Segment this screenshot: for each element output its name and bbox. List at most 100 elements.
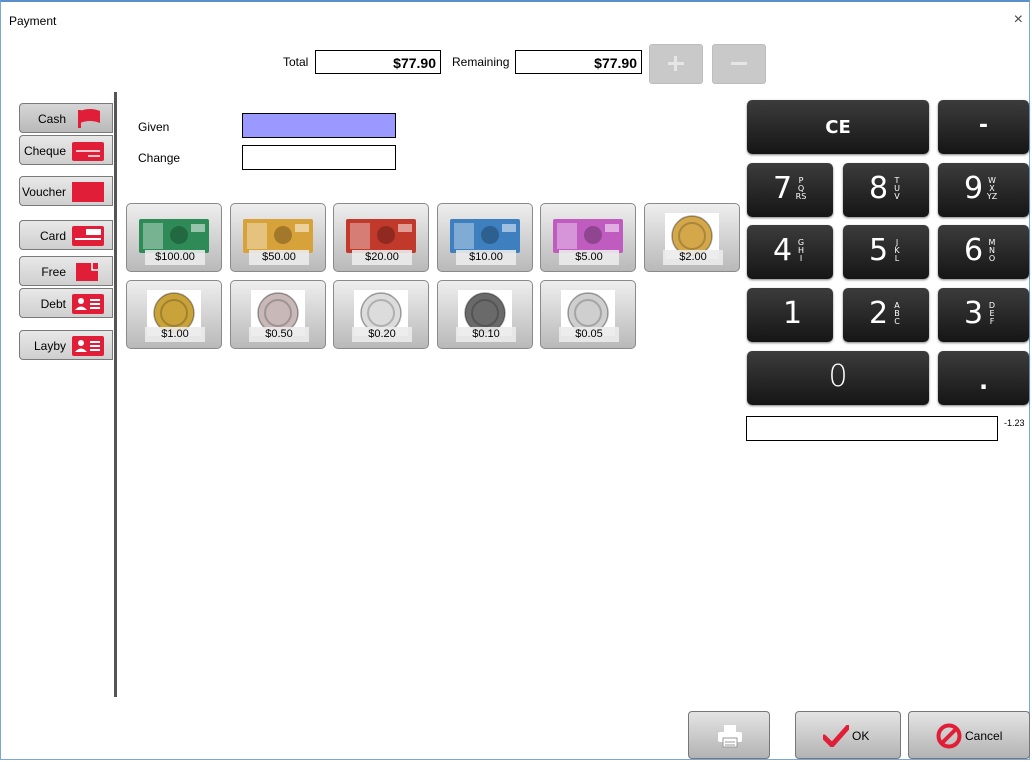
tab-label: Cash	[37, 112, 66, 126]
denomination-button[interactable]: $0.05	[540, 280, 636, 349]
contact-card-icon	[66, 334, 106, 358]
key-letters: TUV	[894, 176, 900, 201]
key-digit: 8	[869, 171, 889, 206]
cheque-icon	[66, 139, 106, 163]
key-letters: W X YZ	[986, 176, 998, 201]
minus-icon	[731, 62, 747, 65]
digit-key-8[interactable]: 8 TUV	[843, 163, 929, 217]
denomination-button[interactable]: $10.00	[437, 203, 533, 272]
tab-label: Debt	[40, 297, 66, 311]
remaining-value: $77.90	[515, 50, 642, 74]
key-label: -	[978, 113, 989, 138]
denomination-button[interactable]: $0.20	[333, 280, 429, 349]
denomination-button[interactable]: $0.50	[230, 280, 326, 349]
denomination-button[interactable]: $0.10	[437, 280, 533, 349]
denomination-button[interactable]: $5.00	[540, 203, 636, 272]
denomination-label: $5.00	[559, 250, 619, 265]
tab-voucher[interactable]: Voucher	[19, 176, 113, 206]
given-label: Given	[138, 120, 170, 134]
denomination-label: $50.00	[249, 250, 309, 265]
key-letters: GHI	[797, 238, 805, 263]
remaining-label: Remaining	[452, 55, 510, 69]
add-payment-button[interactable]	[649, 44, 703, 84]
total-label: Total	[283, 55, 309, 69]
digit-key-4[interactable]: 4 GHI	[747, 225, 833, 279]
key-digit: 7	[773, 171, 793, 206]
key-digit: 5	[869, 233, 889, 268]
key-letters: DEF	[988, 301, 996, 326]
digit-key-0[interactable]: 0	[747, 351, 929, 405]
decimal-key[interactable]: .	[938, 351, 1029, 405]
tab-label: Voucher	[21, 185, 66, 199]
change-label: Change	[138, 151, 181, 165]
digit-key-5[interactable]: 5 JKL	[843, 225, 929, 279]
digit-key-9[interactable]: 9 W X YZ	[938, 163, 1029, 217]
digit-key-2[interactable]: 2 ABC	[843, 288, 929, 342]
key-digit: 4	[773, 233, 793, 268]
ce-key[interactable]: CE	[747, 100, 929, 154]
denomination-label: $10.00	[456, 250, 516, 265]
free-icon	[66, 260, 106, 284]
total-value: $77.90	[315, 50, 441, 74]
cancel-label: Cancel	[965, 729, 1003, 743]
tab-cheque[interactable]: Cheque	[19, 135, 113, 165]
denomination-button[interactable]: $1.00	[126, 280, 222, 349]
tab-layby[interactable]: Layby	[19, 330, 113, 360]
tab-card[interactable]: Card	[19, 220, 113, 250]
key-letters: P Q RS	[795, 176, 807, 201]
denomination-label: $0.20	[352, 327, 412, 342]
ok-label: OK	[852, 729, 870, 743]
denomination-label: $1.00	[145, 327, 205, 342]
key-digit: 3	[964, 296, 984, 331]
key-letters: MNO	[988, 238, 996, 263]
digit-key-3[interactable]: 3 DEF	[938, 288, 1029, 342]
key-digit: 9	[964, 171, 984, 206]
tab-label: Layby	[33, 339, 66, 353]
window-title: Payment	[9, 14, 57, 28]
remove-payment-button[interactable]	[712, 44, 766, 84]
digit-key-1[interactable]: 1	[747, 288, 833, 342]
key-letters: ABC	[894, 301, 900, 326]
close-icon[interactable]: ×	[1014, 12, 1023, 28]
payment-window: Payment × Total $77.90 Remaining $77.90 …	[0, 0, 1030, 760]
flag-icon	[66, 107, 106, 131]
voucher-icon	[66, 180, 106, 204]
contact-card-icon	[66, 292, 106, 316]
tab-label: Card	[39, 229, 66, 243]
keypad-side-value: -1.23	[1004, 418, 1025, 428]
denomination-label: $100.00	[145, 250, 205, 265]
tab-label: Free	[41, 265, 66, 279]
minus-key[interactable]: -	[938, 100, 1029, 154]
denomination-button[interactable]: $2.00	[644, 203, 740, 272]
denomination-label: $0.50	[249, 327, 309, 342]
key-digit: 6	[964, 233, 984, 268]
denomination-label: $0.10	[456, 327, 516, 342]
tab-debt[interactable]: Debt	[19, 288, 113, 318]
denomination-button[interactable]: $20.00	[333, 203, 429, 272]
tab-free[interactable]: Free	[19, 256, 113, 286]
denomination-button[interactable]: $100.00	[126, 203, 222, 272]
key-digit: 0	[828, 359, 848, 394]
checkmark-icon	[823, 725, 849, 747]
print-button[interactable]	[688, 711, 770, 759]
denomination-label: $0.05	[559, 327, 619, 342]
change-field	[242, 145, 396, 170]
ok-button[interactable]: OK	[795, 711, 901, 759]
cancel-icon	[936, 723, 962, 749]
tab-label: Cheque	[23, 144, 66, 158]
denomination-button[interactable]: $50.00	[230, 203, 326, 272]
key-digit: 2	[869, 296, 889, 331]
keypad-display[interactable]	[746, 416, 998, 441]
tab-cash[interactable]: Cash	[19, 103, 113, 133]
key-label: .	[978, 367, 989, 395]
digit-key-6[interactable]: 6 MNO	[938, 225, 1029, 279]
given-field[interactable]	[242, 113, 396, 138]
cancel-button[interactable]: Cancel	[908, 711, 1030, 759]
key-label: CE	[825, 117, 851, 138]
card-icon	[66, 224, 106, 248]
key-letters: JKL	[894, 238, 900, 263]
printer-icon	[718, 725, 742, 748]
key-digit: 1	[783, 296, 803, 331]
divider	[114, 92, 117, 697]
digit-key-7[interactable]: 7 P Q RS	[747, 163, 833, 217]
